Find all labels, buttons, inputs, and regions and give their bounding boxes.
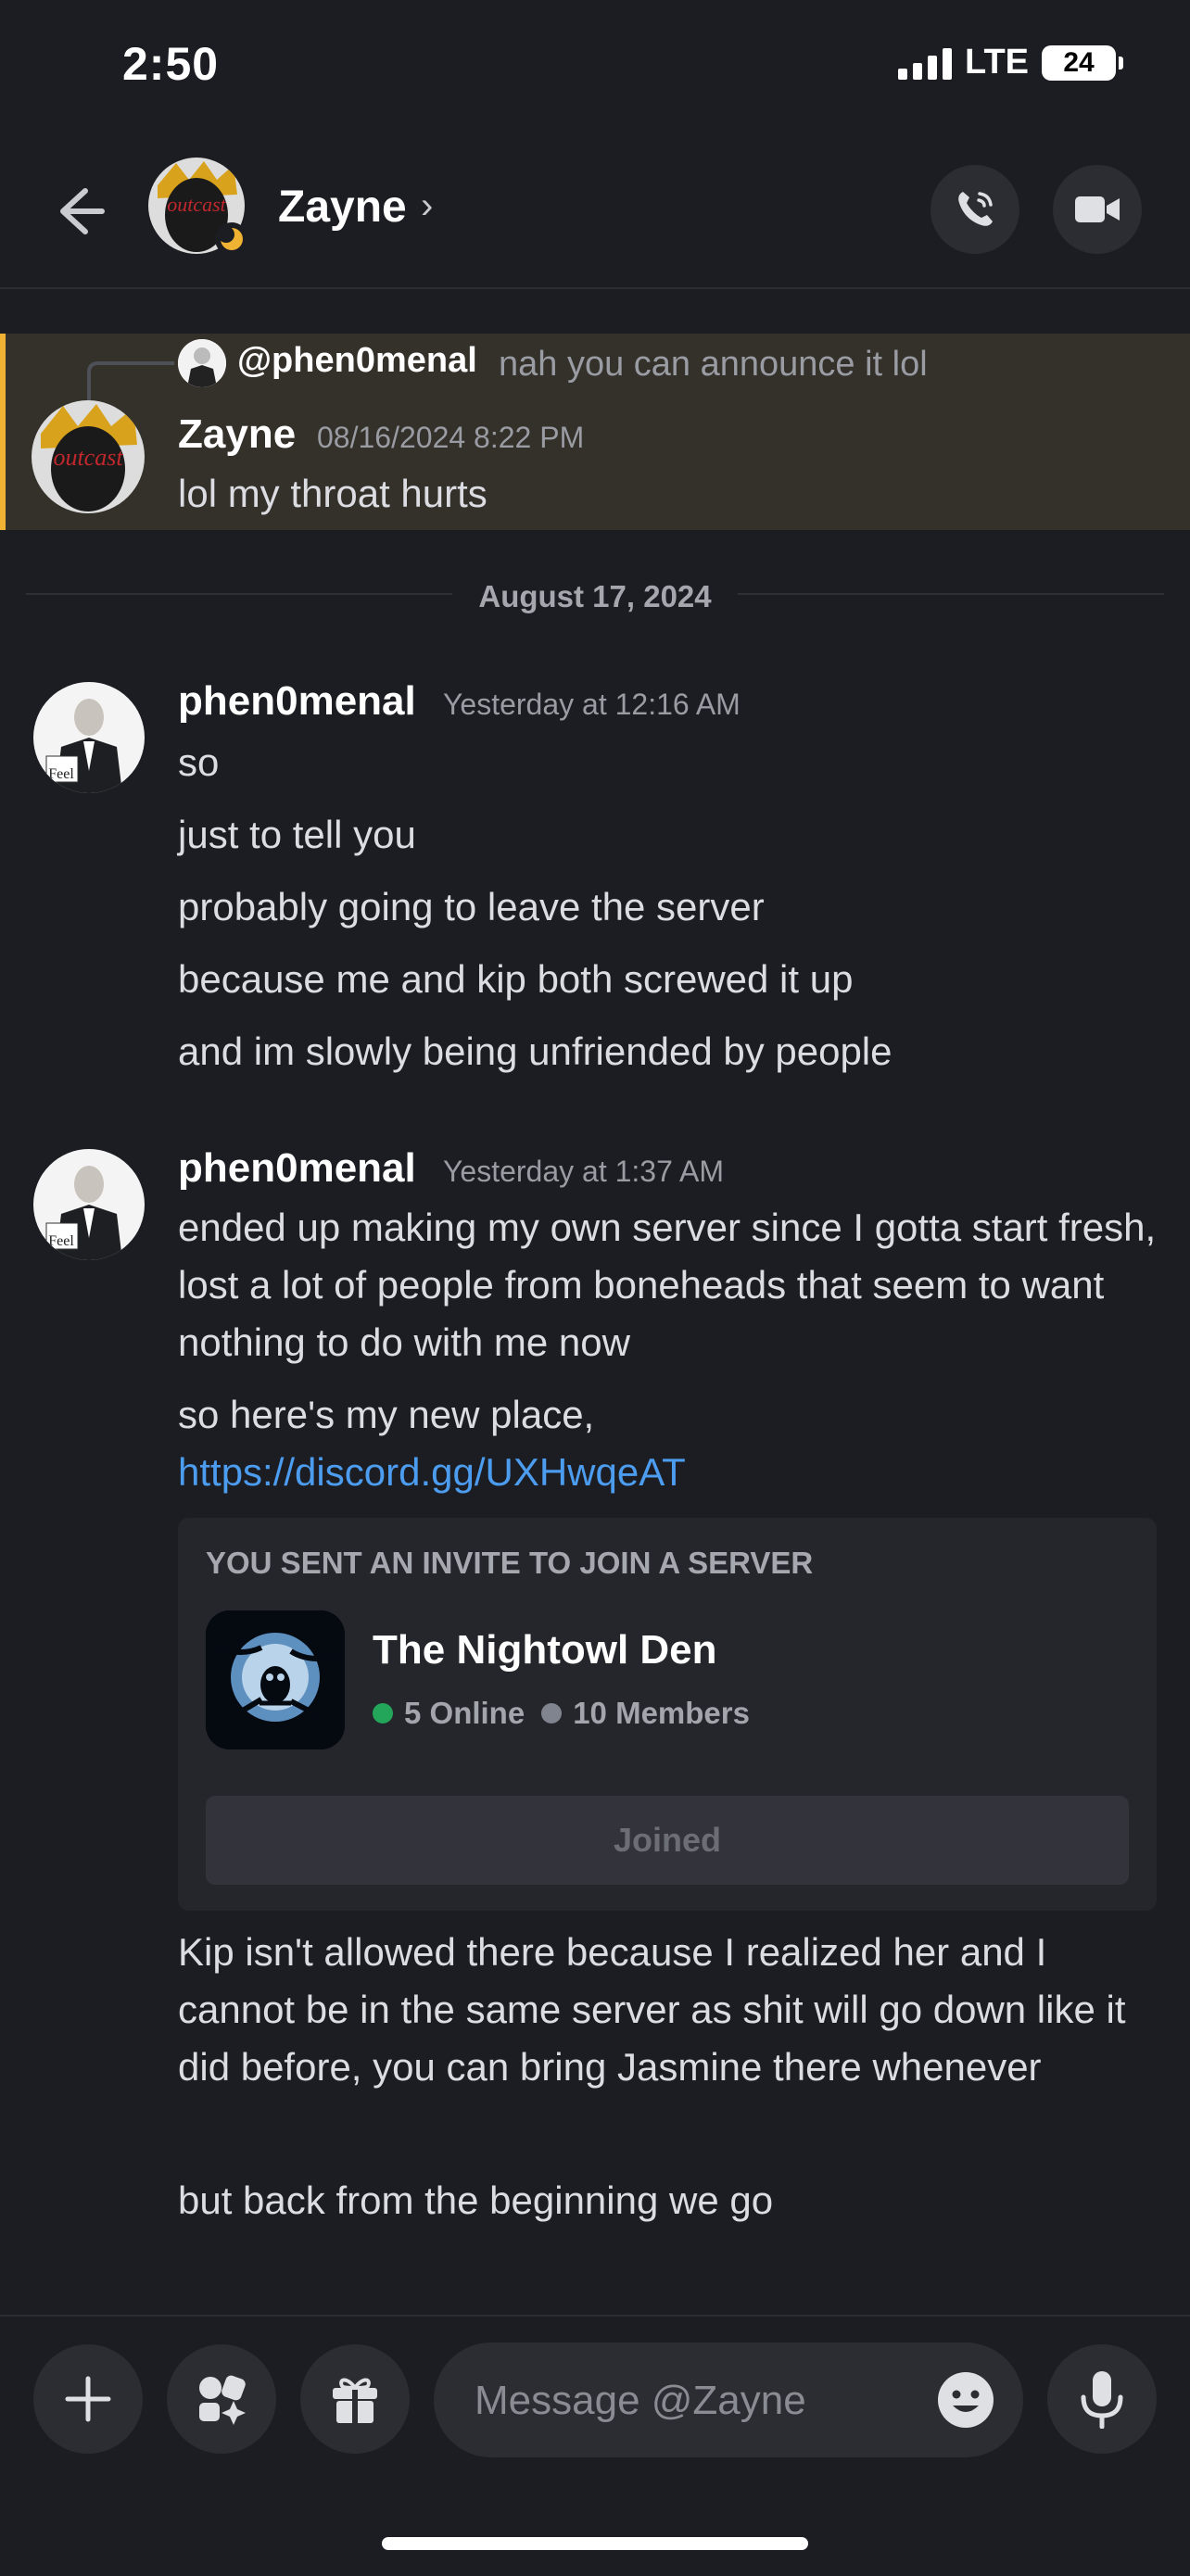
online-dot-icon (373, 1703, 393, 1724)
svg-text:Feel: Feel (48, 766, 74, 782)
battery-level: 24 (1063, 46, 1095, 78)
online-count: 5 Online (404, 1696, 525, 1730)
gift-button[interactable] (300, 2344, 410, 2454)
author-avatar[interactable]: outcast (32, 400, 145, 513)
home-indicator[interactable] (382, 2537, 808, 2550)
apps-icon (199, 2375, 246, 2425)
reply-preview[interactable]: nah you can announce it lol (499, 345, 928, 385)
message-timestamp: Yesterday at 12:16 AM (443, 688, 741, 721)
message-line: and im slowly being unfriended by people (178, 1029, 892, 1073)
gift-icon (333, 2378, 377, 2423)
message-paragraph: so here's my new place, https://discord.… (178, 1386, 1012, 1501)
voice-message-button[interactable] (1047, 2344, 1157, 2454)
message-line: probably going to leave the server (178, 885, 765, 928)
idle-status-icon (215, 222, 248, 256)
message-paragraph: ended up making my own server since I go… (178, 1206, 1157, 1364)
message-text: lol my throat hurts (178, 472, 487, 515)
chevron-right-icon[interactable]: › (421, 185, 433, 227)
server-name[interactable]: The Nightowl Den (373, 1627, 717, 1673)
message-timestamp: 08/16/2024 8:22 PM (317, 421, 585, 454)
message-input[interactable] (473, 2342, 912, 2459)
message-paragraph: Kip isn't allowed there because I realiz… (178, 1930, 1126, 2089)
author-avatar[interactable]: Feel (33, 682, 145, 793)
svg-text:outcast: outcast (53, 444, 123, 471)
plus-icon (65, 2376, 111, 2422)
attach-button[interactable] (33, 2344, 143, 2454)
video-call-button[interactable] (1053, 165, 1142, 254)
server-stats: 5 Online 10 Members (373, 1696, 750, 1731)
message-author[interactable]: phen0menal (178, 678, 416, 725)
emoji-button[interactable] (936, 2370, 995, 2430)
member-count: 10 Members (573, 1696, 750, 1730)
svg-text:outcast: outcast (167, 193, 226, 216)
apps-button[interactable] (167, 2344, 276, 2454)
reply-avatar (178, 339, 226, 387)
members-dot-icon (541, 1703, 563, 1724)
message-input-container (434, 2342, 1023, 2459)
reply-author[interactable]: @phen0menal (237, 341, 477, 381)
message-paragraph: but back from the beginning we go (178, 2178, 774, 2222)
status-time: 2:50 (122, 38, 220, 90)
message-line: just to tell you (178, 813, 416, 856)
message-line: because me and kip both screwed it up (178, 957, 854, 1001)
back-arrow-icon[interactable] (48, 182, 108, 241)
joined-button[interactable]: Joined (206, 1796, 1129, 1885)
svg-text:Feel: Feel (48, 1233, 74, 1249)
network-type: LTE (965, 43, 1029, 82)
message-timestamp: Yesterday at 1:37 AM (443, 1155, 725, 1188)
author-avatar[interactable]: Feel (33, 1149, 145, 1260)
video-camera-icon (1075, 196, 1120, 222)
emoji-icon (938, 2372, 994, 2428)
voice-call-button[interactable] (930, 165, 1019, 254)
phone-call-icon (958, 192, 993, 226)
date-divider-label: August 17, 2024 (452, 576, 738, 617)
signal-icon (898, 46, 953, 80)
status-indicators: LTE 24 (898, 43, 1123, 82)
server-invite-card: YOU SENT AN INVITE TO JOIN A SERVER The … (178, 1518, 1157, 1911)
invite-link[interactable]: https://discord.gg/UXHwqeAT (178, 1450, 686, 1494)
server-icon[interactable] (206, 1610, 345, 1749)
invite-heading: YOU SENT AN INVITE TO JOIN A SERVER (206, 1546, 814, 1580)
message-text: so here's my new place, (178, 1393, 595, 1436)
message-author[interactable]: Zayne (178, 411, 296, 458)
microphone-icon (1081, 2371, 1123, 2429)
battery-icon: 24 (1042, 44, 1123, 81)
message-author[interactable]: phen0menal (178, 1145, 416, 1192)
message-line: so (178, 740, 220, 784)
contact-name[interactable]: Zayne (278, 182, 407, 233)
